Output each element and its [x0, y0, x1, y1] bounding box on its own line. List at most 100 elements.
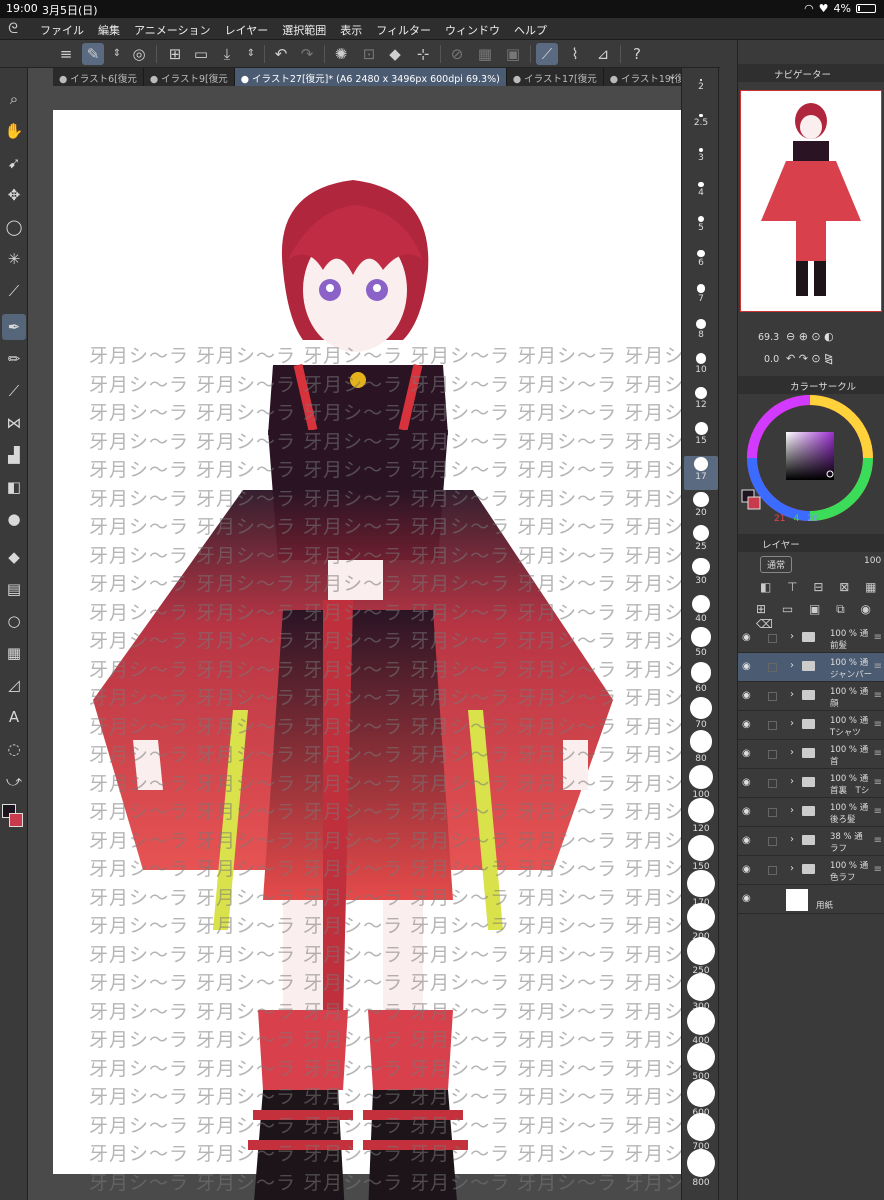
- brush-size-label[interactable]: 50: [682, 648, 720, 658]
- color-wheel[interactable]: [738, 392, 884, 528]
- lock-checkbox[interactable]: [768, 663, 777, 672]
- brush-size-dot[interactable]: [694, 422, 708, 435]
- brush-size-dot[interactable]: [687, 1149, 715, 1177]
- drag-handle-icon[interactable]: ≡: [874, 806, 882, 817]
- transform-icon[interactable]: ⊹: [412, 43, 434, 65]
- rotation-controls[interactable]: ↶ ↷ ⊙ ⧎: [786, 352, 833, 365]
- brush-size-dot[interactable]: [693, 491, 709, 507]
- chevron-right-icon[interactable]: ›: [790, 631, 794, 642]
- brush-size-dot[interactable]: [688, 797, 714, 823]
- brush-size-dot[interactable]: [692, 557, 710, 575]
- brush-size-dot[interactable]: [697, 215, 705, 222]
- eye-icon[interactable]: ◉: [742, 835, 751, 846]
- lock-checkbox[interactable]: [768, 866, 777, 875]
- layer-tools-row1[interactable]: ◧ ⊤ ⊟ ⊠ ▦: [760, 580, 883, 594]
- magic-wand-icon[interactable]: ✳: [2, 246, 26, 272]
- eye-icon[interactable]: ◉: [742, 690, 751, 701]
- menu-item[interactable]: 編集: [98, 22, 120, 38]
- layer-opacity[interactable]: 100: [864, 556, 881, 566]
- brush-size-label[interactable]: 4: [682, 188, 720, 198]
- drag-handle-icon[interactable]: ≡: [874, 719, 882, 730]
- brush-size-label[interactable]: 800: [682, 1178, 720, 1188]
- menu-item[interactable]: ファイル: [40, 22, 84, 38]
- chevron-right-icon[interactable]: ›: [790, 834, 794, 845]
- brush-size-dot[interactable]: [698, 181, 704, 187]
- brush-size-label[interactable]: 120: [682, 824, 720, 834]
- tab-illust6[interactable]: ● イラスト6[復元: [53, 68, 144, 86]
- clear-icon[interactable]: ⊡: [358, 43, 380, 65]
- brush-size-label[interactable]: 25: [682, 542, 720, 552]
- layer-row[interactable]: ◉ › 100 % 通顔 ≡: [738, 682, 884, 711]
- brush-size-label[interactable]: 17: [682, 472, 720, 482]
- rotation-value[interactable]: 0.0: [764, 354, 779, 365]
- layer-row[interactable]: ◉ › 100 % 通 Tシャツ ≡: [738, 711, 884, 740]
- brush-size-dot[interactable]: [687, 869, 715, 897]
- eye-icon[interactable]: ◉: [742, 864, 751, 875]
- brush-size-label[interactable]: 2.5: [682, 118, 720, 128]
- color-circle[interactable]: 21 4 26: [738, 392, 884, 528]
- menu-item[interactable]: ウィンドウ: [445, 22, 500, 38]
- layer-row[interactable]: ◉ 用紙: [738, 885, 884, 914]
- tabs-chevron-icon[interactable]: ⌄: [668, 69, 677, 82]
- menu-item[interactable]: 選択範囲: [282, 22, 326, 38]
- menu-item[interactable]: アニメーション: [134, 22, 211, 38]
- chevron-right-icon[interactable]: ›: [790, 660, 794, 671]
- eye-icon[interactable]: ◉: [742, 632, 751, 643]
- lock-checkbox[interactable]: [768, 750, 777, 759]
- new-file-icon[interactable]: ⊞: [164, 43, 186, 65]
- save-icon[interactable]: ⤓: [216, 43, 238, 65]
- ruler-icon[interactable]: ⊿: [592, 43, 614, 65]
- sub-color-swatch[interactable]: [9, 813, 23, 827]
- chevron-right-icon[interactable]: ›: [790, 747, 794, 758]
- lock-checkbox[interactable]: [768, 634, 777, 643]
- eye-icon[interactable]: ◉: [742, 777, 751, 788]
- zoom-value[interactable]: 69.3: [758, 332, 779, 343]
- tab-illust9[interactable]: ● イラスト9[復元: [144, 68, 235, 86]
- layer-row[interactable]: ◉ › 100 % 通前髪 ≡: [738, 624, 884, 653]
- pen-icon[interactable]: ✒: [2, 314, 26, 340]
- menu-item[interactable]: レイヤー: [225, 22, 269, 38]
- brush-size-dot[interactable]: [687, 1043, 715, 1071]
- eye-icon[interactable]: ◉: [742, 893, 751, 904]
- brush-size-dot[interactable]: [690, 697, 712, 719]
- brush-size-label[interactable]: 12: [682, 400, 720, 410]
- layer-row[interactable]: ◉ › 38 % 通ラフ ≡: [738, 827, 884, 856]
- operation-icon[interactable]: ➹: [2, 150, 26, 176]
- airbrush-icon[interactable]: ▟: [2, 442, 26, 468]
- chevron-right-icon[interactable]: ›: [790, 805, 794, 816]
- brush-size-label[interactable]: 60: [682, 684, 720, 694]
- brush-size-label[interactable]: 5: [682, 223, 720, 233]
- menu-item[interactable]: ヘルプ: [514, 22, 547, 38]
- eye-icon[interactable]: ◉: [742, 719, 751, 730]
- layers-tab[interactable]: レイヤー: [738, 534, 884, 552]
- open-folder-icon[interactable]: ▭: [190, 43, 212, 65]
- brush-size-label[interactable]: 40: [682, 614, 720, 624]
- brush-size-label[interactable]: 30: [682, 576, 720, 586]
- brush-size-dot[interactable]: [695, 387, 707, 399]
- brush-size-dot[interactable]: [695, 353, 707, 364]
- deselect-icon[interactable]: ⊘: [446, 43, 468, 65]
- brush-size-dot[interactable]: [689, 730, 713, 753]
- eyedropper-icon[interactable]: ⟋: [2, 278, 26, 304]
- brush-size-label[interactable]: 3: [682, 153, 720, 163]
- brush-size-dot[interactable]: [691, 627, 711, 647]
- gradient-icon[interactable]: ▤: [2, 576, 26, 602]
- chevron-right-icon[interactable]: ›: [790, 689, 794, 700]
- ruler-tool-icon[interactable]: ◿: [2, 672, 26, 698]
- brush-icon[interactable]: ⟋: [2, 378, 26, 404]
- brush-size-dot[interactable]: [687, 973, 715, 1001]
- eraser-icon[interactable]: ◧: [2, 474, 26, 500]
- correct-line-icon[interactable]: ⤻: [2, 768, 26, 794]
- brush-size-label[interactable]: 70: [682, 720, 720, 730]
- brush-size-label[interactable]: 20: [682, 508, 720, 518]
- drag-handle-icon[interactable]: ≡: [874, 661, 882, 672]
- canvas-area[interactable]: 牙月シ〜ラ 牙月シ〜ラ 牙月シ〜ラ 牙月シ〜ラ 牙月シ〜ラ 牙月シ〜ラ 牙月シ〜…: [53, 86, 681, 1200]
- fill-icon[interactable]: ◆: [384, 43, 406, 65]
- brush-size-label[interactable]: 7: [682, 294, 720, 304]
- lock-checkbox[interactable]: [768, 721, 777, 730]
- loading-icon[interactable]: ✺: [330, 43, 352, 65]
- tab-illust27[interactable]: ● イラスト27[復元]* (A6 2480 x 3496px 600dpi 6…: [234, 68, 507, 86]
- eye-icon[interactable]: ◉: [742, 748, 751, 759]
- eye-icon[interactable]: ◉: [742, 806, 751, 817]
- invert-select-icon[interactable]: ▦: [474, 43, 496, 65]
